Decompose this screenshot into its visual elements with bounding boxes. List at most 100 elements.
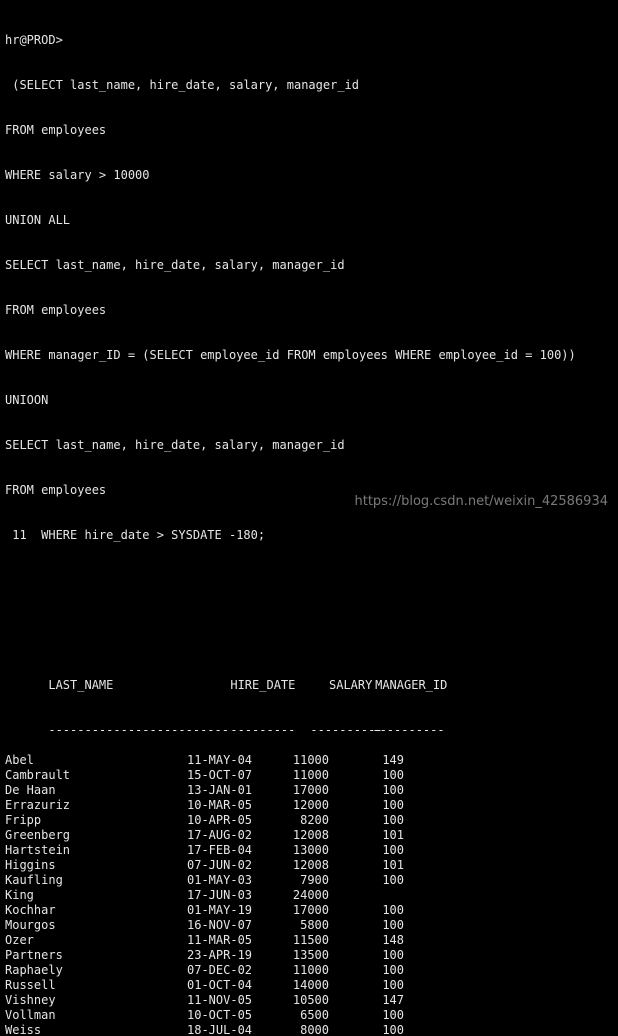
table-row: Cambrault 15-OCT-07 11000 100 [5,768,618,783]
cell-hire-date: 10-APR-05 [187,813,253,827]
cell-manager-id: 100 [382,1008,404,1022]
cell-last-name: Higgins [5,858,56,872]
cell-salary: 17000 [292,903,329,917]
sql-line: 11 WHERE hire_date > SYSDATE -180; [5,528,266,542]
cell-manager-id: 149 [382,753,404,767]
cell-manager-id: 100 [382,978,404,992]
sql-line: WHERE manager_ID = (SELECT employee_id F… [5,348,576,362]
table-row: Hartstein 17-FEB-04 13000 100 [5,843,618,858]
cell-hire-date: 10-OCT-05 [187,1008,253,1022]
cell-salary: 11500 [292,933,329,947]
cell-last-name: Vollman [5,1008,56,1022]
table-row: Partners 23-APR-19 13500 100 [5,948,618,963]
cell-last-name: Russell [5,978,56,992]
cell-manager-id: 100 [382,903,404,917]
cell-salary: 14000 [292,978,329,992]
cell-manager-id: 100 [382,783,404,797]
column-header-manager-id: MANAGER_ID [375,678,448,692]
table-row: Higgins 07-JUN-02 12008 101 [5,858,618,873]
cell-manager-id: 100 [382,1023,404,1036]
cell-last-name: Vishney [5,993,56,1007]
table-row: Russell 01-OCT-04 14000 100 [5,978,618,993]
terminal-window[interactable]: hr@PROD> (SELECT last_name, hire_date, s… [0,0,618,1036]
separator-salary: ---------- [310,723,383,737]
cell-salary: 5800 [300,918,329,932]
table-row: King 17-JUN-03 24000 [5,888,618,903]
cell-last-name: Weiss [5,1023,42,1036]
cell-salary: 8000 [300,1023,329,1036]
cell-last-name: Abel [5,753,34,767]
table-row: De Haan 13-JAN-01 17000 100 [5,783,618,798]
cell-manager-id: 100 [382,873,404,887]
cell-last-name: Kochhar [5,903,56,917]
cell-salary: 11000 [292,768,329,782]
cell-hire-date: 16-NOV-07 [187,918,253,932]
result-table: LAST_NAME HIRE_DATE SALARY MANAGER_ID -----… [5,633,618,1036]
cell-hire-date: 10-MAR-05 [187,798,253,812]
cell-salary: 24000 [292,888,329,902]
cell-salary: 12008 [292,828,329,842]
cell-last-name: Cambrault [5,768,71,782]
cell-last-name: Fripp [5,813,42,827]
table-separator-row: ---------------------------------- ------… [5,708,618,737]
cell-last-name: Raphaely [5,963,63,977]
sql-line: FROM employees [5,303,107,317]
table-header-row: LAST_NAME HIRE_DATE SALARY MANAGER_ID [5,663,618,692]
sql-line: (SELECT last_name, hire_date, salary, ma… [5,78,360,92]
cell-salary: 13500 [292,948,329,962]
cell-manager-id: 100 [382,918,404,932]
cell-manager-id: 101 [382,828,404,842]
table-row: Vollman 10-OCT-05 6500 100 [5,1008,618,1023]
column-header-hire-date: HIRE_DATE [230,678,296,692]
cell-salary: 17000 [292,783,329,797]
cell-hire-date: 23-APR-19 [187,948,253,962]
cell-manager-id: 100 [382,813,404,827]
cell-manager-id: 100 [382,963,404,977]
sql-line: UNION ALL [5,213,71,227]
cell-last-name: Errazuriz [5,798,71,812]
cell-last-name: Greenberg [5,828,71,842]
cell-manager-id: 100 [382,843,404,857]
cell-last-name: Mourgos [5,918,56,932]
sql-line: SELECT last_name, hire_date, salary, man… [5,438,345,452]
cell-hire-date: 07-JUN-02 [187,858,253,872]
cell-last-name: Partners [5,948,63,962]
table-row: Abel 11-MAY-04 11000 149 [5,753,618,768]
cell-salary: 8200 [300,813,329,827]
table-row: Fripp 10-APR-05 8200 100 [5,813,618,828]
cell-salary: 10500 [292,993,329,1007]
cell-salary: 11000 [292,753,329,767]
cell-last-name: King [5,888,34,902]
cell-salary: 13000 [292,843,329,857]
command-prompt: hr@PROD> [5,33,63,47]
sql-line: WHERE salary > 10000 [5,168,150,182]
sql-line: SELECT last_name, hire_date, salary, man… [5,258,345,272]
separator-last-name: ------------------------- [48,723,229,737]
cell-hire-date: 11-MAY-04 [187,753,253,767]
cell-last-name: Ozer [5,933,34,947]
table-row: Vishney 11-NOV-05 10500 147 [5,993,618,1008]
cell-hire-date: 01-MAY-19 [187,903,253,917]
table-row: Raphaely 07-DEC-02 11000 100 [5,963,618,978]
table-body: Abel 11-MAY-04 11000 149 Cambrault 15-OCT-07 1… [5,753,618,1036]
sql-line: UNIOON [5,393,49,407]
column-header-last-name: LAST_NAME [48,678,114,692]
cell-hire-date: 11-MAR-05 [187,933,253,947]
cell-hire-date: 17-JUN-03 [187,888,253,902]
cell-hire-date: 13-JAN-01 [187,783,253,797]
separator-hire-date: --------- [230,723,296,737]
column-header-salary: SALARY [329,678,373,692]
table-row: Ozer 11-MAR-05 11500 148 [5,933,618,948]
cell-salary: 12008 [292,858,329,872]
cell-manager-id: 100 [382,768,404,782]
cell-hire-date: 18-JUL-04 [187,1023,253,1036]
cell-last-name: Kaufling [5,873,63,887]
sql-line: FROM employees [5,123,107,137]
cell-manager-id: 100 [382,948,404,962]
cell-hire-date: 01-MAY-03 [187,873,253,887]
cell-salary: 11000 [292,963,329,977]
table-row: Weiss 18-JUL-04 8000 100 [5,1023,618,1036]
cell-last-name: Hartstein [5,843,71,857]
table-row: Mourgos 16-NOV-07 5800 100 [5,918,618,933]
